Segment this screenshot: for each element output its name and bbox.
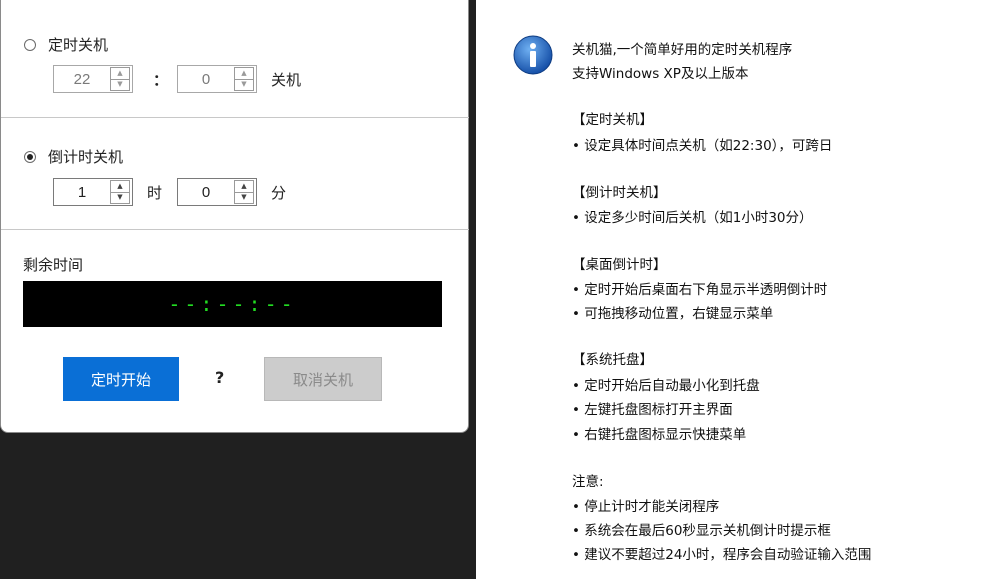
info-section-title: 【倒计时关机】 (572, 185, 667, 201)
timed-hour-spinner[interactable]: 22 ▲ ▼ (53, 65, 133, 93)
timed-minute-value[interactable]: 0 (178, 71, 234, 88)
info-intro-line1: 关机猫,一个简单好用的定时关机程序 (572, 42, 793, 58)
countdown-shutdown-label: 倒计时关机 (48, 148, 124, 166)
info-note-title: 注意: (572, 474, 604, 490)
spin-down-icon[interactable]: ▼ (111, 191, 129, 204)
cancel-shutdown-button[interactable]: 取消关机 (264, 357, 382, 401)
help-button[interactable]: ? (215, 368, 224, 387)
timed-minute-arrows[interactable]: ▲ ▼ (234, 67, 254, 91)
timed-hour-arrows[interactable]: ▲ ▼ (110, 67, 130, 91)
info-note-item: • 建议不要超过24小时，程序会自动验证输入范围 (572, 547, 872, 563)
timed-shutdown-option[interactable]: 定时关机 (24, 34, 108, 55)
info-note-item: • 系统会在最后60秒显示关机倒计时提示框 (572, 523, 831, 539)
info-list-item: • 定时开始后自动最小化到托盘 (572, 378, 760, 394)
info-icon (513, 35, 553, 75)
countdown-hours-value[interactable]: 1 (54, 184, 110, 201)
timed-hour-value[interactable]: 22 (54, 71, 110, 88)
countdown-digits: --:--:-- (168, 292, 297, 316)
spin-up-icon[interactable]: ▲ (111, 68, 129, 79)
countdown-hours-arrows[interactable]: ▲ ▼ (110, 180, 130, 204)
info-list-item: • 设定具体时间点关机（如22:30），可跨日 (572, 138, 833, 154)
countdown-shutdown-option[interactable]: 倒计时关机 (24, 146, 123, 167)
info-list-item: • 可拖拽移动位置，右键显示菜单 (572, 306, 774, 322)
info-section-title: 【桌面倒计时】 (572, 257, 667, 273)
shutdown-dialog: 定时关机 22 ▲ ▼ ： 0 ▲ ▼ 关机 倒计时关机 1 ▲ ▼ 时 0 ▲… (0, 0, 469, 433)
timed-shutdown-radio[interactable] (24, 38, 36, 51)
info-section-title: 【定时关机】 (572, 112, 653, 128)
minutes-unit-label: 分 (271, 184, 287, 202)
spin-down-icon[interactable]: ▼ (235, 191, 253, 204)
countdown-shutdown-radio[interactable] (24, 150, 36, 163)
timed-shutdown-label: 定时关机 (48, 36, 109, 54)
hours-unit-label: 时 (147, 184, 163, 202)
countdown-hours-spinner[interactable]: 1 ▲ ▼ (53, 178, 133, 206)
start-timer-button[interactable]: 定时开始 (63, 357, 179, 401)
timed-suffix-label: 关机 (271, 71, 302, 89)
spin-up-icon[interactable]: ▲ (235, 68, 253, 79)
info-section-title: 【系统托盘】 (572, 352, 653, 368)
info-intro-line2: 支持Windows XP及以上版本 (572, 66, 749, 82)
info-list-item: • 设定多少时间后关机（如1小时30分） (572, 210, 813, 226)
spin-up-icon[interactable]: ▲ (111, 181, 129, 192)
countdown-minutes-arrows[interactable]: ▲ ▼ (234, 180, 254, 204)
spin-down-icon[interactable]: ▼ (111, 78, 129, 91)
countdown-minutes-value[interactable]: 0 (178, 184, 234, 201)
info-list-item: • 左键托盘图标打开主界面 (572, 402, 733, 418)
time-colon: ： (153, 71, 169, 89)
spin-up-icon[interactable]: ▲ (235, 181, 253, 192)
countdown-minutes-spinner[interactable]: 0 ▲ ▼ (177, 178, 257, 206)
section-divider (1, 229, 469, 230)
countdown-display: --:--:-- (23, 281, 442, 327)
remaining-time-label: 剩余时间 (23, 256, 84, 274)
timed-minute-spinner[interactable]: 0 ▲ ▼ (177, 65, 257, 93)
spin-down-icon[interactable]: ▼ (235, 78, 253, 91)
info-list-item: • 定时开始后桌面右下角显示半透明倒计时 (572, 282, 828, 298)
info-note-item: • 停止计时才能关闭程序 (572, 499, 720, 515)
section-divider (1, 117, 469, 118)
info-list-item: • 右键托盘图标显示快捷菜单 (572, 427, 747, 443)
